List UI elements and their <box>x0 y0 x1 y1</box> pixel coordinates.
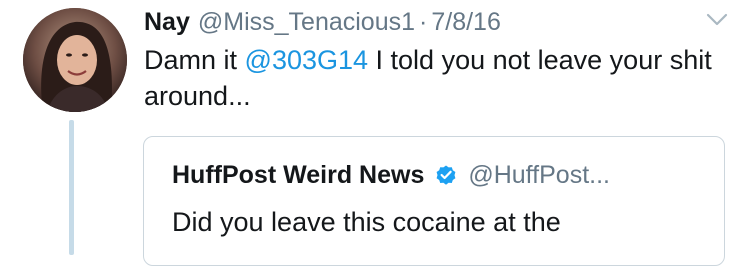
separator-dot: · <box>419 8 428 36</box>
quoted-tweet-text: Did you leave this cocaine at the <box>172 207 561 237</box>
tweet-date[interactable]: 7/8/16 <box>431 6 501 38</box>
author-handle[interactable]: @Miss_Tenacious1 <box>198 6 415 38</box>
mention-link[interactable]: @303G14 <box>245 45 369 75</box>
tweet-text: Damn it @303G14 I told you not leave you… <box>144 42 724 114</box>
quoted-author-handle: @HuffPost... <box>468 161 610 189</box>
tweet[interactable]: Nay @Miss_Tenacious1 · 7/8/16 Damn it @3… <box>0 0 750 266</box>
tweet-text-part: Damn it <box>144 45 245 75</box>
quoted-author-name: HuffPost Weird News <box>172 161 425 189</box>
verified-badge-icon <box>436 165 456 185</box>
tweet-header: Nay @Miss_Tenacious1 · 7/8/16 <box>144 6 501 38</box>
author-name[interactable]: Nay <box>144 6 190 38</box>
quoted-tweet[interactable]: HuffPost Weird News @HuffPost... Did you… <box>143 136 725 266</box>
profile-photo <box>23 8 127 112</box>
quoted-tweet-header: HuffPost Weird News @HuffPost... <box>172 159 610 191</box>
thread-line <box>69 120 74 255</box>
avatar[interactable] <box>23 8 127 112</box>
chevron-down-icon[interactable] <box>706 12 728 28</box>
